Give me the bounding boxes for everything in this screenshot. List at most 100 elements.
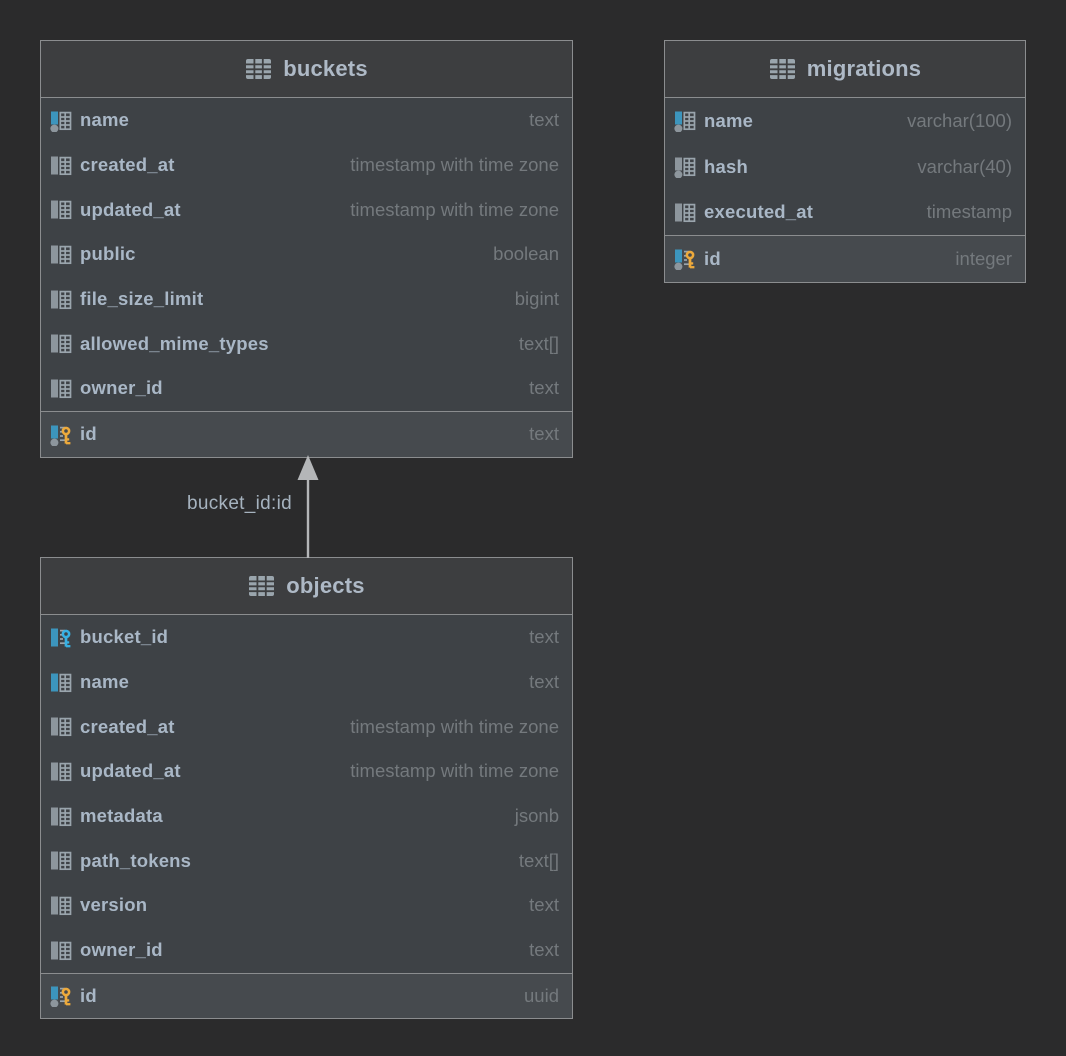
column-row-public[interactable]: public boolean	[41, 232, 572, 277]
column-icon	[49, 760, 72, 783]
column-name: file_size_limit	[80, 288, 203, 310]
column-row-bucket_id[interactable]: bucket_id text	[41, 615, 572, 660]
column-name: created_at	[80, 716, 175, 738]
column-type: varchar(40)	[903, 156, 1012, 178]
column-icon	[673, 109, 696, 132]
column-type: text	[515, 423, 559, 445]
column-icon	[49, 939, 72, 962]
column-name: name	[80, 671, 129, 693]
column-icon	[49, 109, 72, 132]
table-node-migrations[interactable]: migrations name varchar(100) hashvarchar(…	[664, 40, 1026, 283]
column-type: text	[515, 109, 559, 131]
column-type: timestamp with time zone	[336, 716, 559, 738]
column-row-id[interactable]: id text	[41, 412, 572, 457]
column-icon	[49, 332, 72, 355]
column-name: allowed_mime_types	[80, 333, 269, 355]
table-primary-key-section: idinteger	[665, 235, 1025, 282]
column-row-created_at[interactable]: created_at timestamp with time zone	[41, 704, 572, 749]
column-name: executed_at	[704, 201, 813, 223]
table-header[interactable]: objects	[41, 558, 572, 615]
column-name: path_tokens	[80, 850, 191, 872]
column-icon	[673, 201, 696, 224]
column-row-name[interactable]: name text	[41, 98, 572, 143]
primary-key-icon	[49, 984, 72, 1007]
column-row-owner_id[interactable]: owner_idtext	[41, 928, 572, 973]
column-icon	[49, 243, 72, 266]
column-name: name	[80, 109, 129, 131]
table-title: buckets	[283, 56, 368, 82]
column-type: varchar(100)	[893, 110, 1012, 132]
column-type: bigint	[501, 288, 559, 310]
table-primary-key-section: id uuid	[41, 973, 572, 1019]
column-name: bucket_id	[80, 626, 168, 648]
column-name: name	[704, 110, 753, 132]
column-icon	[49, 198, 72, 221]
column-type: text[]	[505, 333, 559, 355]
column-icon	[49, 894, 72, 917]
table-columns: name text created_at timestamp with time z…	[41, 98, 572, 411]
column-name: created_at	[80, 154, 175, 176]
column-row-name[interactable]: name text	[41, 660, 572, 705]
column-row-path_tokens[interactable]: path_tokens text[]	[41, 838, 572, 883]
column-icon	[49, 715, 72, 738]
column-row-allowed_mime_types[interactable]: allowed_mime_types text[]	[41, 321, 572, 366]
column-row-created_at[interactable]: created_at timestamp with time zone	[41, 143, 572, 188]
column-type: text	[515, 894, 559, 916]
column-row-hash[interactable]: hashvarchar(40)	[665, 144, 1025, 190]
table-title: migrations	[807, 56, 921, 82]
table-icon	[769, 57, 796, 81]
column-name: updated_at	[80, 199, 181, 221]
column-type: integer	[941, 248, 1012, 270]
column-name: updated_at	[80, 760, 181, 782]
column-row-owner_id[interactable]: owner_id text	[41, 366, 572, 411]
column-row-id[interactable]: id uuid	[41, 974, 572, 1019]
column-type: text	[515, 377, 559, 399]
column-name: public	[80, 243, 136, 265]
table-title: objects	[286, 573, 364, 599]
diagram-canvas: { "diagram": { "kind": "database-entity-…	[0, 0, 1066, 1056]
table-columns: name varchar(100) hashvarchar(40) execute…	[665, 98, 1025, 235]
column-row-name[interactable]: name varchar(100)	[665, 98, 1025, 144]
column-type: text	[515, 626, 559, 648]
column-type: jsonb	[501, 805, 559, 827]
column-icon	[49, 288, 72, 311]
column-row-version[interactable]: version text	[41, 883, 572, 928]
column-row-file_size_limit[interactable]: file_size_limit bigint	[41, 277, 572, 322]
column-type: text	[515, 671, 559, 693]
column-icon	[673, 155, 696, 178]
column-name: metadata	[80, 805, 163, 827]
primary-key-icon	[673, 247, 696, 270]
column-type: uuid	[510, 985, 559, 1007]
column-row-id[interactable]: idinteger	[665, 236, 1025, 282]
table-icon	[245, 57, 272, 81]
column-type: text[]	[505, 850, 559, 872]
table-header[interactable]: migrations	[665, 41, 1025, 98]
table-header[interactable]: buckets	[41, 41, 572, 98]
column-name: owner_id	[80, 377, 163, 399]
column-icon	[49, 849, 72, 872]
column-name: id	[80, 423, 97, 445]
column-type: timestamp with time zone	[336, 760, 559, 782]
column-type: timestamp with time zone	[336, 154, 559, 176]
foreign-key-edge-arrow[interactable]	[295, 454, 321, 559]
column-row-executed_at[interactable]: executed_at timestamp	[665, 189, 1025, 235]
primary-key-icon	[49, 423, 72, 446]
column-icon	[49, 671, 72, 694]
column-type: boolean	[479, 243, 559, 265]
column-row-metadata[interactable]: metadata jsonb	[41, 794, 572, 839]
column-type: timestamp	[913, 201, 1012, 223]
table-icon	[248, 574, 275, 598]
column-icon	[49, 154, 72, 177]
column-icon	[49, 377, 72, 400]
foreign-key-edge-label: bucket_id:id	[140, 493, 292, 515]
table-columns: bucket_idtext nametext created_attimesta…	[41, 615, 572, 973]
column-type: timestamp with time zone	[336, 199, 559, 221]
table-node-objects[interactable]: objects bucket_idtext nametext created_a…	[40, 557, 573, 1019]
table-node-buckets[interactable]: buckets name text created_at timestamp wit…	[40, 40, 573, 458]
foreign-key-icon	[49, 626, 72, 649]
column-name: version	[80, 894, 147, 916]
column-name: id	[80, 985, 97, 1007]
column-row-updated_at[interactable]: updated_at timestamp with time zone	[41, 187, 572, 232]
column-type: text	[515, 939, 559, 961]
column-row-updated_at[interactable]: updated_at timestamp with time zone	[41, 749, 572, 794]
